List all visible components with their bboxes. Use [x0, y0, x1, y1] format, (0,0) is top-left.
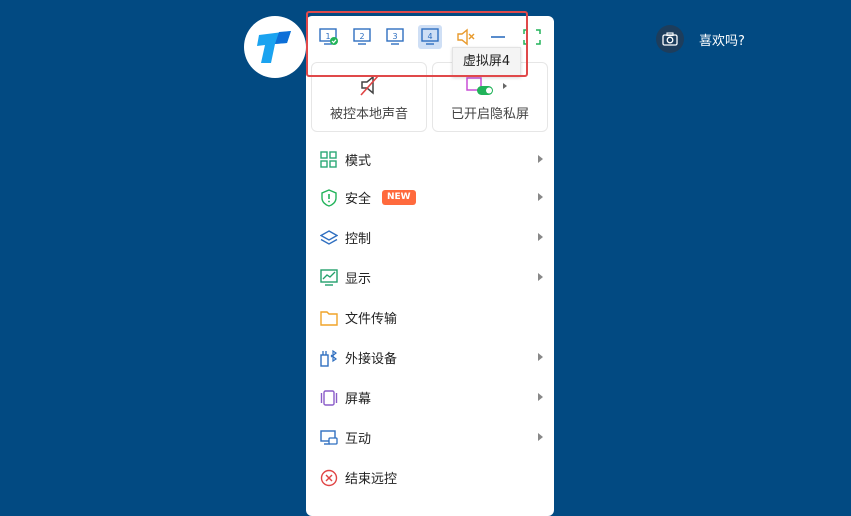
menu-label-display: 显示: [345, 272, 372, 287]
screen-1-button[interactable]: 1: [317, 25, 341, 49]
menu-label-screen: 屏幕: [345, 392, 372, 407]
new-badge: NEW: [382, 190, 416, 205]
like-prompt[interactable]: 喜欢吗?: [699, 30, 745, 49]
menu-label-file-transfer: 文件传输: [345, 312, 398, 327]
app-logo: [244, 16, 306, 78]
menu-item-external-devices[interactable]: 外接设备: [306, 337, 554, 377]
chevron-right-icon: [538, 233, 543, 241]
monitor-icon: 3: [386, 28, 404, 45]
mute-button[interactable]: [454, 25, 478, 49]
minimize-button[interactable]: [486, 25, 510, 49]
bluetooth-device-icon: [320, 349, 338, 367]
grid-icon: [320, 151, 337, 168]
chevron-right-icon: [538, 193, 543, 201]
minimize-icon: [491, 36, 505, 38]
menu-label-end-remote: 结束远控: [345, 472, 398, 487]
screen-3-number: 3: [392, 32, 397, 41]
screen-2-button[interactable]: 2: [350, 25, 374, 49]
screen-1-number: 1: [325, 32, 330, 41]
menu-item-interaction[interactable]: 互动: [306, 417, 554, 457]
close-circle-icon: [320, 469, 338, 487]
monitor-icon: 4: [421, 28, 439, 45]
menu-item-mode[interactable]: 模式: [306, 139, 554, 179]
camera-icon: [662, 32, 678, 46]
screen-3-button[interactable]: 3: [383, 25, 407, 49]
chevron-right-icon: [538, 353, 543, 361]
chart-monitor-icon: [320, 269, 338, 286]
chevron-right-icon: [538, 393, 543, 401]
screen-4-number: 4: [427, 32, 432, 41]
chevron-right-icon: [538, 273, 543, 281]
privacy-screen-label: 已开启隐私屏: [450, 107, 529, 122]
menu-item-screen[interactable]: 屏幕: [306, 377, 554, 417]
chat-monitor-icon: [320, 430, 338, 445]
local-sound-card[interactable]: 被控本地声音: [311, 62, 427, 132]
fullscreen-icon: [523, 29, 541, 45]
virtual-screen-tooltip: 虚拟屏4: [452, 47, 521, 77]
chevron-right-icon: [538, 433, 543, 441]
menu-item-end-remote[interactable]: 结束远控: [306, 457, 554, 497]
monitor-check-icon: 1: [319, 28, 338, 45]
menu-item-control[interactable]: 控制: [306, 217, 554, 257]
menu-item-security[interactable]: 安全 NEW: [306, 177, 554, 217]
layers-icon: [320, 230, 338, 245]
menu-item-display[interactable]: 显示: [306, 257, 554, 297]
folder-icon: [320, 311, 338, 326]
screenshot-button[interactable]: [656, 25, 684, 53]
local-sound-label: 被控本地声音: [329, 107, 408, 122]
shield-icon: [321, 189, 337, 207]
privacy-toggle-icon: [466, 77, 493, 95]
chevron-right-icon: [538, 155, 543, 163]
fullscreen-button[interactable]: [520, 25, 544, 49]
menu-label-external-devices: 外接设备: [345, 352, 398, 367]
menu-label-security: 安全: [345, 192, 372, 207]
menu-item-file-transfer[interactable]: 文件传输: [306, 297, 554, 337]
speaker-off-icon: [360, 75, 379, 96]
menu-label-interaction: 互动: [345, 432, 372, 447]
speaker-mute-icon: [457, 28, 475, 46]
screen-4-button[interactable]: 4: [418, 25, 442, 49]
monitor-icon: 2: [353, 28, 371, 45]
screen-2-number: 2: [359, 32, 364, 41]
menu-label-control: 控制: [345, 232, 372, 247]
menu-label-mode: 模式: [345, 154, 372, 169]
logo-icon: [257, 31, 291, 63]
privacy-dropdown-arrow[interactable]: [503, 83, 507, 89]
screen-icon: [320, 390, 338, 406]
